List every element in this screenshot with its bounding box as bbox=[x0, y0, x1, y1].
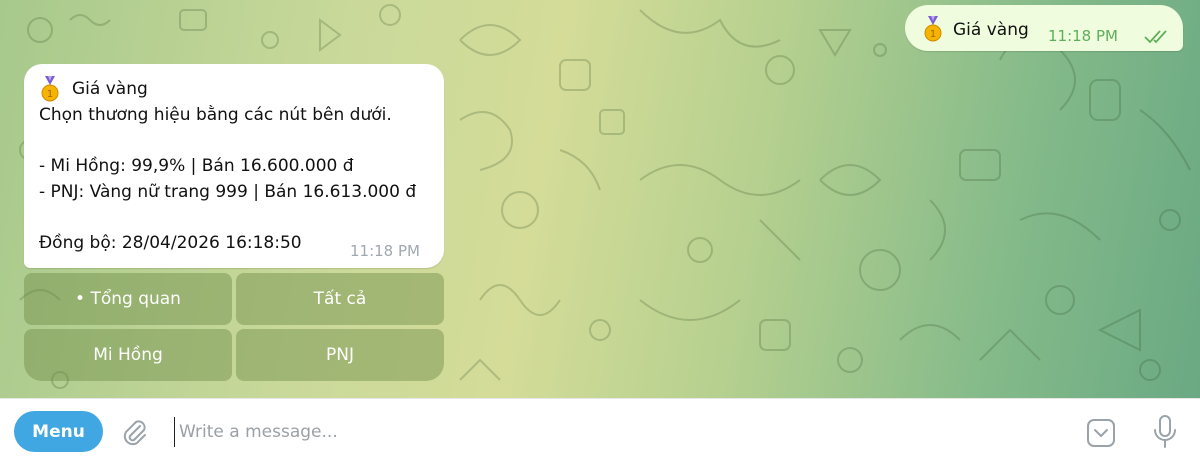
svg-text:1: 1 bbox=[47, 89, 53, 100]
incoming-message-time: 11:18 PM bbox=[350, 242, 420, 260]
message-title: Giá vàng bbox=[72, 79, 148, 99]
menu-button[interactable]: Menu bbox=[14, 411, 103, 452]
all-button[interactable]: Tất cả bbox=[236, 273, 444, 325]
pnj-button[interactable]: PNJ bbox=[236, 329, 444, 381]
message-composer: Menu bbox=[0, 398, 1200, 465]
message-line: Đồng bộ: 28/04/2026 16:18:50 bbox=[39, 233, 302, 253]
read-checkmarks-icon bbox=[1144, 30, 1167, 44]
medal-icon: 1 bbox=[924, 16, 942, 42]
attach-paperclip-icon[interactable] bbox=[120, 417, 150, 447]
message-line: - Mi Hồng: 99,9% | Bán 16.600.000 đ bbox=[39, 156, 354, 176]
message-line: Chọn thương hiệu bằng các nút bên dưới. bbox=[39, 105, 392, 125]
incoming-message-bubble[interactable]: 1 Giá vàng Chọn thương hiệu bằng các nút… bbox=[24, 64, 444, 268]
svg-text:1: 1 bbox=[930, 29, 936, 40]
mi-hong-button[interactable]: Mi Hồng bbox=[24, 329, 232, 381]
message-line: - PNJ: Vàng nữ trang 999 | Bán 16.613.00… bbox=[39, 182, 417, 202]
message-input[interactable] bbox=[174, 417, 1061, 447]
outgoing-message-text: Giá vàng bbox=[953, 20, 1029, 40]
microphone-icon[interactable] bbox=[1152, 414, 1178, 450]
outgoing-message-bubble[interactable]: 1 Giá vàng 11:18 PM bbox=[905, 5, 1183, 51]
chat-background: 1 Giá vàng 11:18 PM 1 Giá vàng Chọn thươ… bbox=[0, 0, 1200, 398]
keyboard-toggle-icon[interactable] bbox=[1085, 417, 1117, 449]
overview-button[interactable]: • Tổng quan bbox=[24, 273, 232, 325]
medal-icon: 1 bbox=[41, 76, 59, 102]
outgoing-message-time: 11:18 PM bbox=[1048, 27, 1118, 45]
